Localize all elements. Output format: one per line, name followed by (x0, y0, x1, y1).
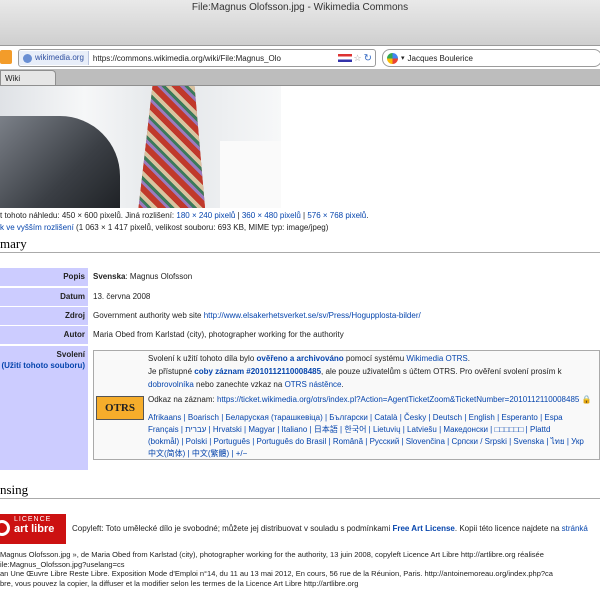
free-art-license-link[interactable]: Free Art License (392, 524, 454, 533)
other-resolutions-label: . Jiná rozlišení: (120, 211, 175, 220)
caption-line-2: ile:Magnus_Olofsson.jpg?uselang=cs (0, 559, 125, 569)
lock-icon: 🔒 (581, 395, 592, 404)
ticket-link-label: Odkaz na záznam: (148, 395, 215, 404)
file-image[interactable] (0, 86, 281, 208)
otrs-text: Je přístupné (148, 367, 193, 376)
search-bar[interactable]: ▾ Jacques Boulerice (382, 49, 600, 67)
licence-art-libre-logo[interactable]: LICENCE art libre (0, 514, 66, 544)
description-text: : Magnus Olofsson (125, 272, 193, 281)
caption-line-4: bre, vous pouvez la copier, la diffuser … (0, 578, 359, 588)
image-caption: Magnus Olofsson.jpg », de Maria Obed fro… (0, 550, 600, 588)
tab-wiki[interactable]: Wiki (0, 70, 56, 85)
rss-icon[interactable] (0, 50, 12, 64)
author-value: Maria Obed from Karlstad (city), photogr… (93, 330, 344, 339)
otrs-line-2: Je přístupné coby záznam #20101121100084… (148, 366, 600, 379)
otrs-logo: OTRS (96, 396, 144, 420)
license-text-b: . Kopii této licence najdete na (454, 524, 560, 533)
flag-icon (337, 54, 352, 62)
table-row: Datum 13. června 2008 (0, 288, 600, 306)
browser-titlebar: File:Magnus Olofsson.jpg - Wikimedia Com… (0, 0, 600, 46)
reload-icon[interactable]: ↻ (364, 53, 372, 64)
copyleft-icon (0, 520, 10, 536)
address-bar[interactable]: wikimedia.org https://commons.wikimedia.… (18, 49, 376, 67)
logo-top-text: LICENCE (14, 516, 52, 523)
ticket-number-link[interactable]: coby záznam #2010112110008485 (194, 367, 321, 376)
site-identity-button[interactable]: wikimedia.org (19, 51, 89, 65)
caption-line-3: an Une Œuvre Libre Reste Libre. Expositi… (0, 569, 553, 578)
url-input[interactable]: https://commons.wikimedia.org/wiki/File:… (89, 54, 338, 63)
row-label: Datum (0, 288, 88, 306)
resolution-link-180[interactable]: 180 × 240 pixelů (176, 211, 235, 220)
language-links-4[interactable]: 中文(简体) | 中文(繁體) | +/− (148, 448, 600, 461)
ticket-link[interactable]: https://ticket.wikimedia.org/otrs/index.… (217, 395, 579, 404)
licensing-heading: nsing (0, 482, 600, 499)
otrs-line-4: Odkaz na záznam: https://ticket.wikimedi… (148, 394, 600, 407)
language-label: Svenska (93, 272, 126, 281)
volunteer-link[interactable]: dobrovolníka (148, 380, 194, 389)
otrs-noticeboard-link[interactable]: OTRS nástěnce (285, 380, 342, 389)
row-label: Zdroj (0, 307, 88, 325)
search-dropdown-icon[interactable]: ▾ (401, 54, 405, 62)
file-details: (1 063 × 1 417 pixelů, velikost souboru:… (76, 223, 329, 232)
full-resolution-link[interactable]: k ve vyšším rozlišení (0, 223, 74, 232)
table-row: Zdroj Government authority web site http… (0, 307, 600, 325)
table-row: Autor Maria Obed from Karlstad (city), p… (0, 326, 600, 344)
otrs-line-1: Svolení k užití tohoto díla bylo ověřeno… (148, 354, 470, 363)
otrs-text: pomocí systému (345, 354, 405, 363)
preview-size-value: 450 × 600 pixelů (61, 211, 121, 220)
globe-icon (23, 53, 32, 63)
date-value: 13. června 2008 (93, 292, 151, 301)
search-input[interactable]: Jacques Boulerice (408, 54, 473, 63)
verified-link[interactable]: ověřeno a archivováno (257, 354, 344, 363)
preview-size-label: t tohoto náhledu: (0, 211, 60, 220)
otrs-text: Svolení k užití tohoto díla bylo (148, 354, 255, 363)
caption-line-1: Magnus Olofsson.jpg », de Maria Obed fro… (0, 550, 544, 559)
source-value: Government authority web site http://www… (90, 307, 600, 325)
license-page-link[interactable]: stránká (562, 524, 588, 533)
resolution-link-360[interactable]: 360 × 480 pixelů (242, 211, 301, 220)
summary-heading: mary (0, 236, 600, 253)
tab-bar: Wiki (0, 69, 600, 86)
row-label: Popis (0, 268, 88, 286)
language-links-3[interactable]: (bokmål) | Polski | Português | Portuguê… (148, 436, 600, 449)
permission-usage-link[interactable]: (Užití tohoto souboru) (1, 361, 85, 370)
license-text: Copyleft: Toto umělecké dílo je svobodné… (72, 524, 600, 533)
source-text: Government authority web site (93, 311, 202, 320)
bookmark-star-icon[interactable]: ☆ (354, 53, 362, 64)
row-value: Svenska: Magnus Olofsson (90, 268, 600, 286)
otrs-text: , ale pouze uživatelům s účtem OTRS. Pro… (321, 367, 562, 376)
license-text-a: Copyleft: Toto umělecké dílo je svobodné… (72, 524, 391, 533)
window-title: File:Magnus Olofsson.jpg - Wikimedia Com… (191, 2, 409, 13)
row-label: Autor (0, 326, 88, 344)
logo-bottom-text: art libre (14, 523, 55, 535)
site-label: wikimedia.org (35, 53, 84, 62)
permission-label: Svolení (Užití tohoto souboru) (0, 346, 88, 470)
table-row: Popis Svenska: Magnus Olofsson (0, 268, 600, 286)
file-info: t tohoto náhledu: 450 × 600 pixelů. Jiná… (0, 211, 369, 232)
google-icon[interactable] (387, 52, 398, 64)
otrs-text: nebo zanechte vzkaz na (196, 380, 283, 389)
permission-label-text: Svolení (56, 350, 85, 359)
source-link[interactable]: http://www.elsakerhetsverket.se/sv/Press… (204, 311, 421, 320)
language-links-1[interactable]: Afrikaans | Boarisch | Беларуская (тараш… (148, 412, 600, 425)
otrs-line-3: dobrovolníka nebo zanechte vzkaz na OTRS… (148, 380, 344, 389)
image-cuff (220, 141, 281, 208)
language-links-2[interactable]: Français | עברית | Hrvatski | Magyar | I… (148, 424, 600, 437)
wikimedia-otrs-link[interactable]: Wikimedia OTRS (406, 354, 467, 363)
resolution-link-576[interactable]: 576 × 768 pixelů (307, 211, 366, 220)
